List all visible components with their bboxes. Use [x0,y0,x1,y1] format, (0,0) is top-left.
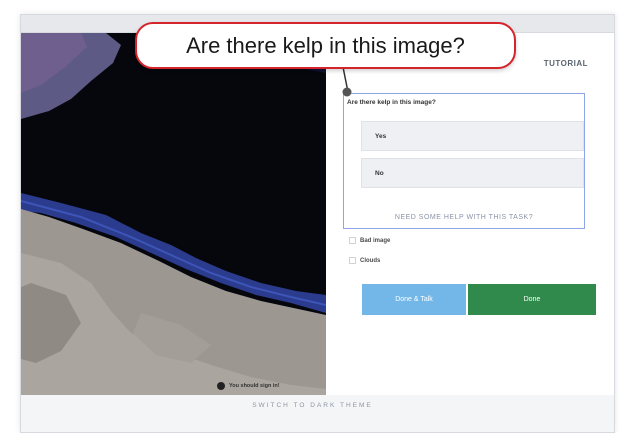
bad-image-option[interactable]: Bad image [349,237,390,244]
question-text: Are there kelp in this image? [347,99,436,106]
clouds-label: Clouds [360,257,381,264]
satellite-image-graphic [21,33,326,395]
answer-no-button[interactable]: No [361,158,584,188]
callout-question: Are there kelp in this image? [135,22,516,69]
signin-note-text: You should sign in! [229,383,280,389]
bad-image-checkbox[interactable] [349,237,356,244]
task-panel: TUTORIAL Are there kelp in this image? Y… [326,33,614,395]
switch-dark-theme-link[interactable]: SWITCH TO DARK THEME [0,402,625,409]
clouds-checkbox[interactable] [349,257,356,264]
info-circle-icon [217,382,225,390]
answer-yes-button[interactable]: Yes [361,121,584,151]
done-button[interactable]: Done [468,284,596,315]
question-box: Are there kelp in this image? Yes No NEE… [343,93,585,229]
bad-image-label: Bad image [360,237,391,244]
help-link[interactable]: NEED SOME HELP WITH THIS TASK? [344,214,584,221]
done-and-talk-button[interactable]: Done & Talk [362,284,466,315]
app-window: TUTORIAL Are there kelp in this image? Y… [20,14,615,433]
signin-note[interactable]: You should sign in! [217,382,280,390]
tab-tutorial[interactable]: TUTORIAL [544,59,588,68]
clouds-option[interactable]: Clouds [349,257,380,264]
subject-satellite-image [21,33,326,395]
